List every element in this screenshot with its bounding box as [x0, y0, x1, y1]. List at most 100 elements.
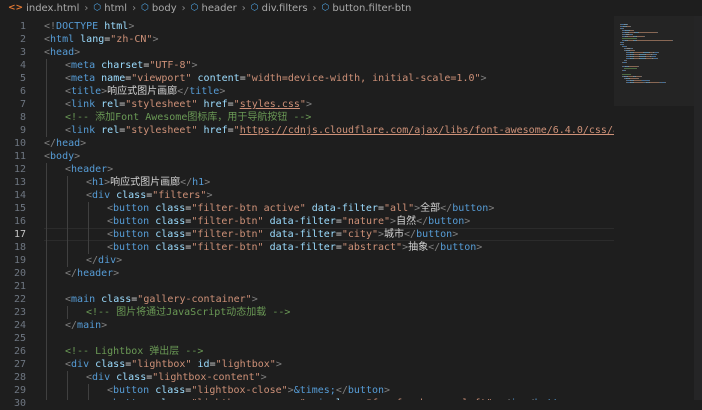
code-token: <! [44, 21, 57, 32]
code-line[interactable]: </header> [65, 267, 119, 280]
code-token: > [191, 60, 198, 71]
code-line[interactable]: <!DOCTYPE html> [44, 20, 134, 33]
code-token: "filter-btn" [191, 216, 264, 227]
code-line[interactable]: <button class="filter-btn active" data-f… [107, 202, 494, 215]
indent-guide [46, 59, 47, 137]
cube-icon: ⬡ [190, 3, 199, 13]
code-line[interactable]: <button class="filter-btn" data-filter="… [107, 215, 470, 228]
line-number: 29 [13, 385, 26, 396]
code-token: > [204, 177, 211, 188]
code-token: data-filter [311, 203, 378, 214]
code-line[interactable]: <button class="filter-btn" data-filter="… [107, 228, 458, 241]
line-number: 16 [13, 216, 26, 227]
code-token: lang [80, 34, 105, 45]
breadcrumb-item[interactable]: <> index.html [8, 3, 79, 14]
code-token: main [77, 320, 102, 331]
code-line[interactable]: </head> [44, 137, 86, 150]
code-line[interactable]: <header> [65, 163, 113, 176]
chevron-right-icon: › [132, 2, 137, 14]
code-token: "stylesheet" [125, 125, 198, 136]
breadcrumb-item[interactable]: ⬡ html [93, 3, 127, 14]
code-line[interactable]: <!-- 图片将通过JavaScript动态加载 --> [86, 306, 290, 319]
code-token: html [104, 21, 129, 32]
code-token: meta [71, 60, 96, 71]
line-number: 2 [19, 34, 26, 45]
code-token: button [428, 216, 465, 227]
breadcrumb-label: button.filter-btn [332, 2, 412, 14]
code-token: 抽象 [408, 242, 429, 253]
code-editor[interactable]: 1 2 3 4 5 6 7 8 9 10 11 12 13 14 15 16 17 18 19 20 21 22 23 24 2… [0, 16, 702, 409]
line-number: 1 [19, 21, 26, 32]
code-token: href [203, 99, 228, 110]
code-token: meta [71, 73, 96, 84]
code-token: </ [416, 216, 429, 227]
indent-guide [88, 202, 89, 254]
code-token: > [452, 229, 459, 240]
line-number: 20 [13, 268, 26, 279]
code-token: class [155, 385, 186, 396]
chevron-right-icon: › [312, 2, 317, 14]
code-token: data-filter [269, 229, 336, 240]
code-token: content [197, 73, 240, 84]
code-area[interactable]: <!DOCTYPE html> <html lang="zh-CN"> <head>… [44, 16, 614, 400]
code-token: "lightbox" [215, 359, 276, 370]
code-line[interactable]: <link rel="stylesheet" href="https://cdn… [65, 124, 614, 137]
line-number: 26 [13, 346, 26, 357]
code-line[interactable]: <div class="lightbox-content"> [86, 371, 267, 384]
code-token: > [464, 216, 471, 227]
code-token: "filter-btn active" [191, 203, 306, 214]
code-token: > [305, 99, 312, 110]
code-line[interactable]: </div> [86, 254, 122, 267]
code-token: "lightbox-content" [152, 372, 261, 383]
line-number: 28 [13, 372, 26, 383]
code-token: > [488, 203, 495, 214]
code-line[interactable]: <body> [44, 150, 80, 163]
code-token: link [71, 125, 96, 136]
code-line[interactable]: <title>响应式图片画廊</title> [65, 85, 225, 98]
breadcrumb-label: index.html [26, 2, 80, 14]
code-token: div [92, 190, 111, 201]
cube-icon: ⬡ [250, 3, 259, 13]
breadcrumb-item[interactable]: ⬡ div.filters [251, 3, 308, 14]
code-line[interactable]: <button class="lightbox-close">&times;</… [107, 384, 390, 397]
code-token: > [275, 359, 282, 370]
code-line[interactable]: <link rel="stylesheet" href="styles.css"… [65, 98, 312, 111]
code-line[interactable]: <div class="lightbox" id="lightbox"> [65, 358, 282, 371]
minimap-slider[interactable] [614, 16, 694, 106]
code-line[interactable]: <main class="gallery-container"> [65, 293, 258, 306]
indent-guide [46, 163, 47, 400]
code-token: > [80, 138, 87, 149]
code-token: data-filter [269, 216, 336, 227]
line-number: 30 [13, 398, 26, 409]
code-token: head [56, 138, 81, 149]
code-line[interactable]: <html lang="zh-CN"> [44, 33, 158, 46]
vertical-scrollbar[interactable] [694, 16, 702, 400]
code-token: button [113, 385, 150, 396]
line-number: 19 [13, 255, 26, 266]
code-line[interactable]: <!-- 添加Font Awesome图标库，用于导航按钮 --> [65, 111, 311, 124]
code-token: > [74, 47, 81, 58]
code-token: link [71, 99, 96, 110]
breadcrumb-item[interactable]: ⬡ button.filter-btn [322, 3, 412, 14]
code-token: title [71, 86, 102, 97]
code-line[interactable]: <div class="filters"> [86, 189, 212, 202]
code-line[interactable]: <h1>响应式图片画廊</h1> [86, 176, 210, 189]
code-line[interactable]: <meta charset="UTF-8"> [65, 59, 198, 72]
code-token: head [50, 47, 75, 58]
breadcrumb-item[interactable]: ⬡ body [141, 3, 177, 14]
code-line[interactable]: <head> [44, 46, 80, 59]
code-line[interactable]: <meta name="viewport" content="width=dev… [65, 72, 487, 85]
code-line[interactable]: </main> [65, 319, 107, 332]
code-token: button [113, 229, 150, 240]
code-token: DOCTYPE [56, 21, 99, 32]
cube-icon: ⬡ [93, 3, 102, 13]
breadcrumb-label: div.filters [261, 2, 308, 14]
code-token: > [116, 255, 123, 266]
breadcrumb-item[interactable]: ⬡ header [191, 3, 237, 14]
chevron-right-icon: › [84, 2, 89, 14]
chevron-right-icon: › [241, 2, 246, 14]
code-line[interactable]: <!-- Lightbox 弹出层 --> [65, 345, 203, 358]
code-token: > [384, 385, 391, 396]
code-line[interactable]: <button class="filter-btn" data-filter="… [107, 241, 482, 254]
code-token: 自然 [396, 216, 417, 227]
